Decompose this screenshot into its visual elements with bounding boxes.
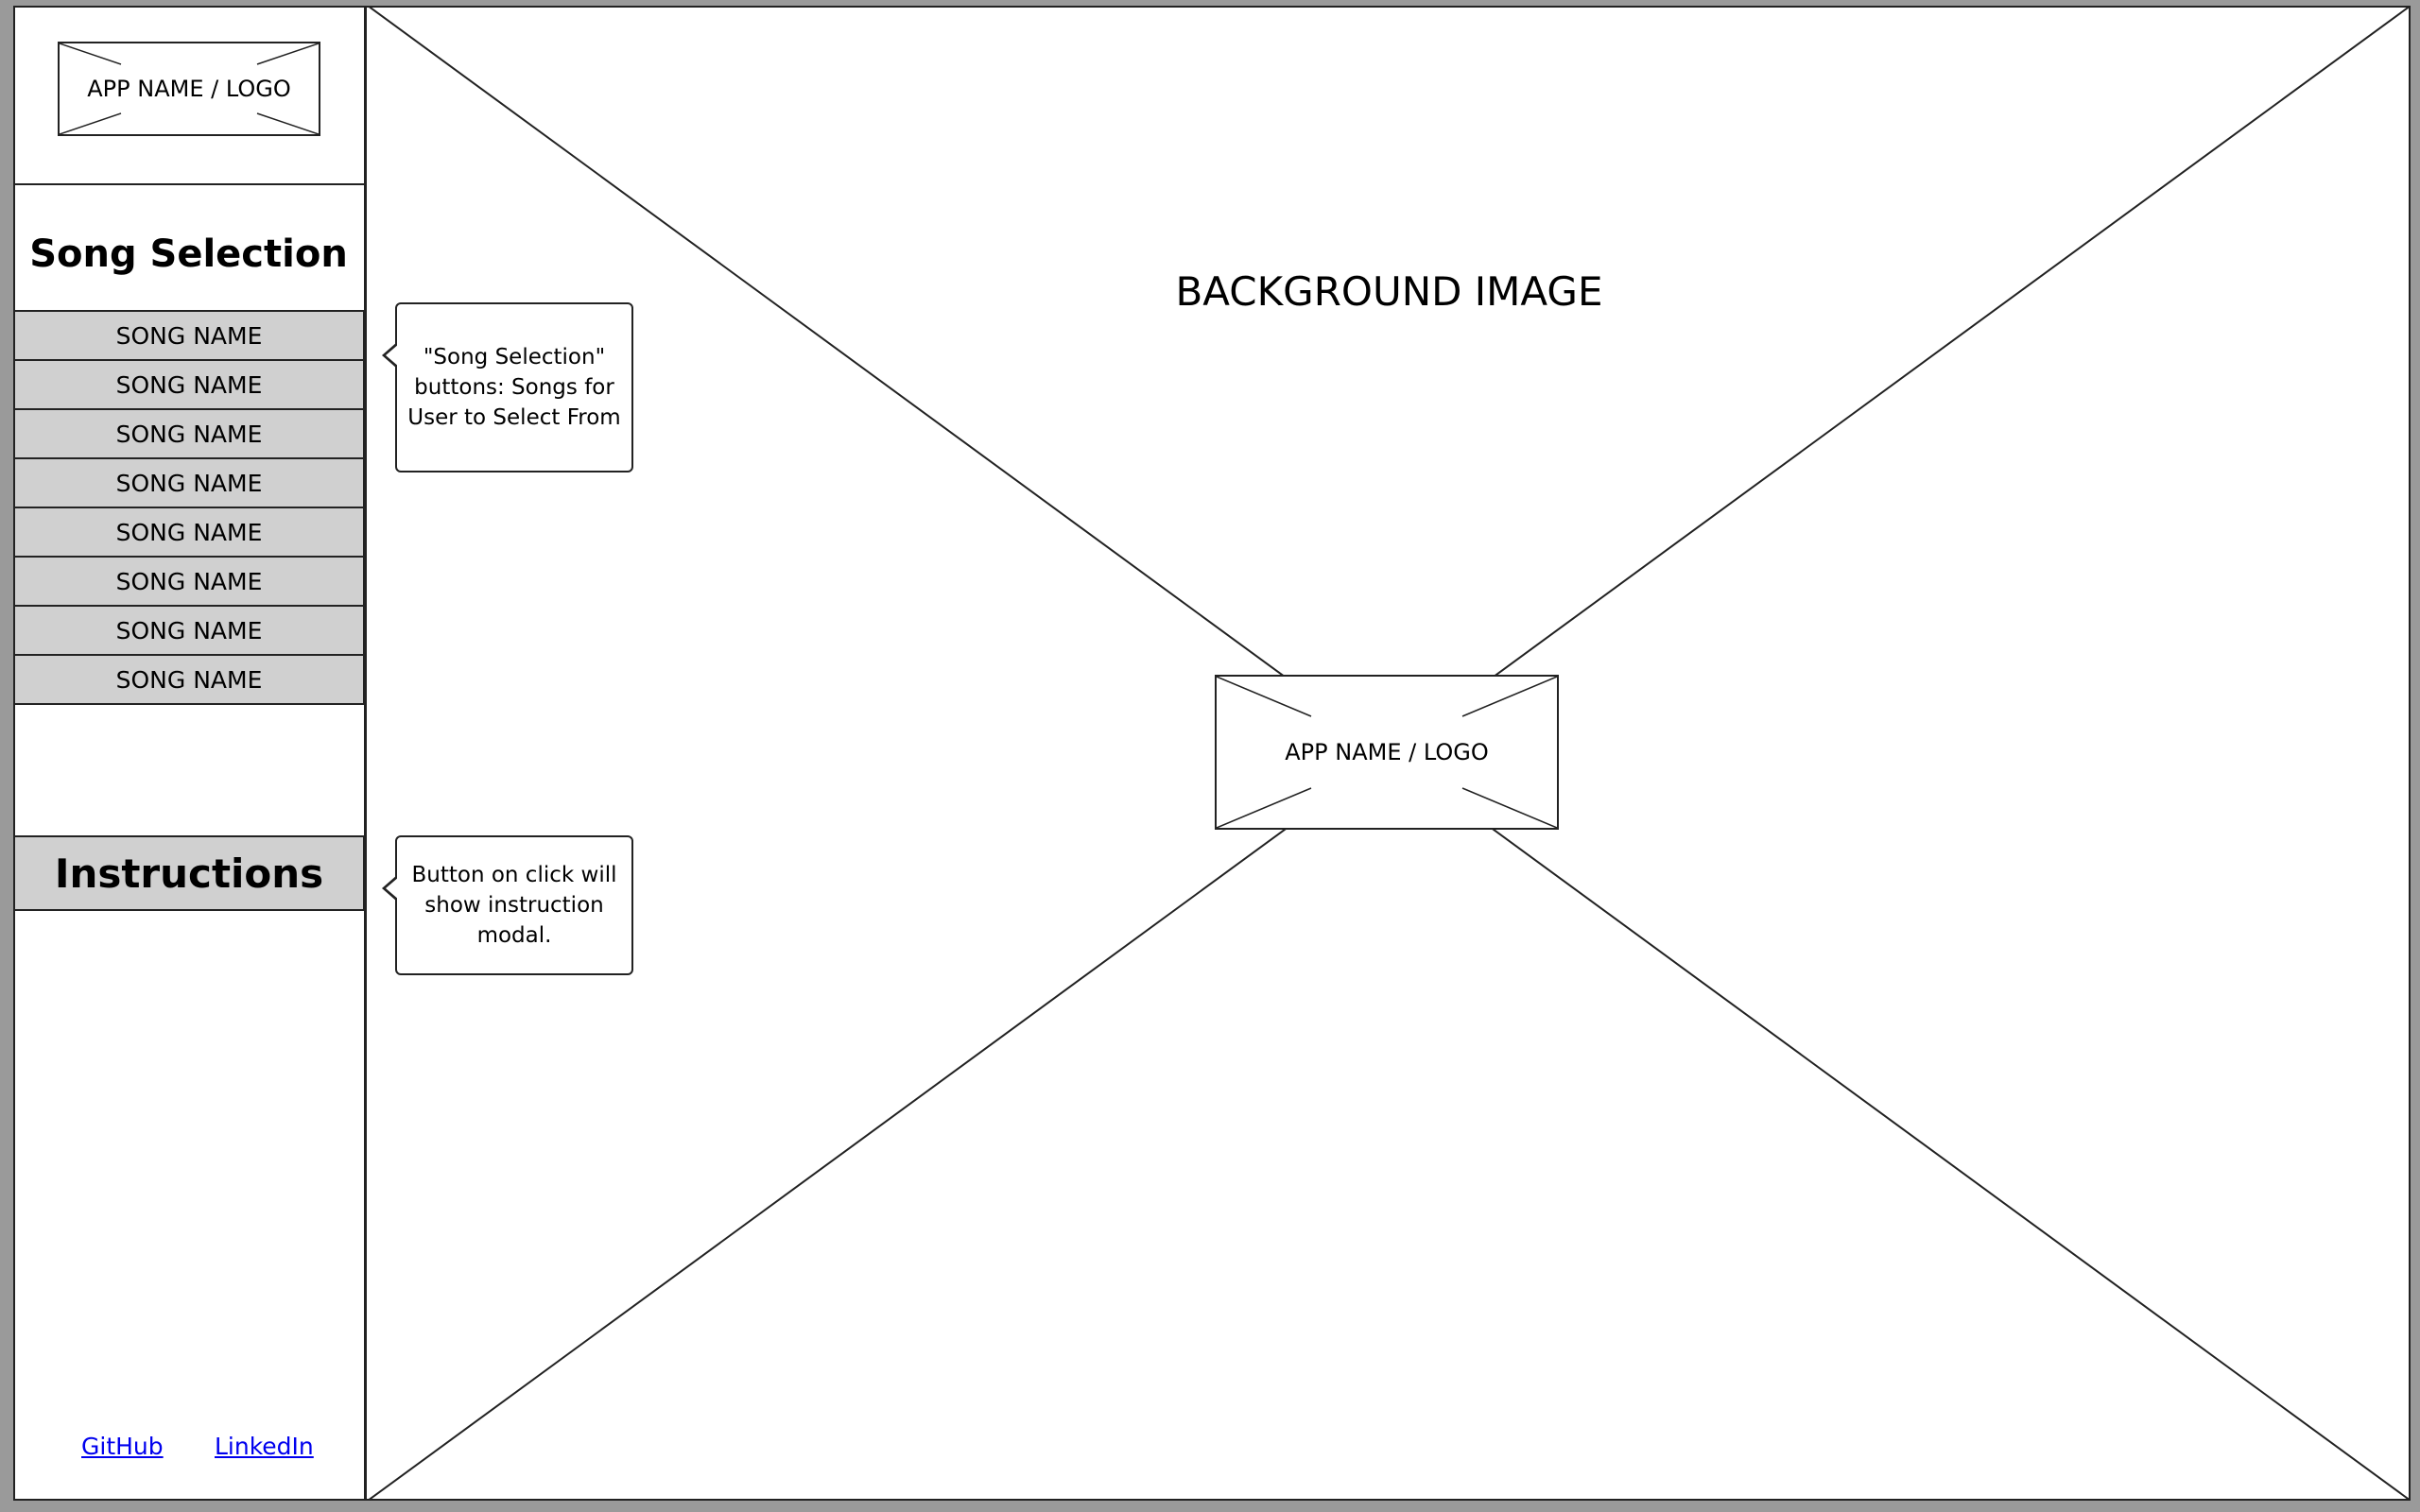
- song-selection-annotation: "Song Selection" buttons: Songs for User…: [382, 302, 633, 472]
- github-link[interactable]: GitHub: [81, 1433, 164, 1460]
- sidebar: APP NAME / LOGO Song Selection SONG NAME…: [13, 6, 367, 1501]
- main-area: BACKGROUND IMAGE APP NAME / LOGO: [368, 6, 2411, 1501]
- linkedin-link[interactable]: LinkedIn: [215, 1433, 314, 1460]
- center-logo: APP NAME / LOGO: [1215, 675, 1559, 830]
- song-button[interactable]: SONG NAME: [13, 457, 365, 508]
- song-button[interactable]: SONG NAME: [13, 654, 365, 705]
- app-logo-label: APP NAME / LOGO: [87, 76, 291, 102]
- song-list: SONG NAME SONG NAME SONG NAME SONG NAME …: [13, 310, 365, 705]
- sidebar-logo-header: APP NAME / LOGO: [13, 6, 364, 185]
- instructions-button[interactable]: Instructions: [13, 835, 365, 911]
- center-logo-label: APP NAME / LOGO: [1285, 739, 1489, 765]
- song-button[interactable]: SONG NAME: [13, 359, 365, 410]
- background-image-label: BACKGROUND IMAGE: [1175, 268, 1603, 315]
- app-logo[interactable]: APP NAME / LOGO: [58, 42, 320, 136]
- instructions-annotation: Button on click will show instruction mo…: [382, 835, 633, 975]
- song-selection-heading: Song Selection: [29, 232, 348, 276]
- song-button[interactable]: SONG NAME: [13, 605, 365, 656]
- song-button[interactable]: SONG NAME: [13, 556, 365, 607]
- song-button[interactable]: SONG NAME: [13, 408, 365, 459]
- song-button[interactable]: SONG NAME: [13, 310, 365, 361]
- song-button[interactable]: SONG NAME: [13, 507, 365, 558]
